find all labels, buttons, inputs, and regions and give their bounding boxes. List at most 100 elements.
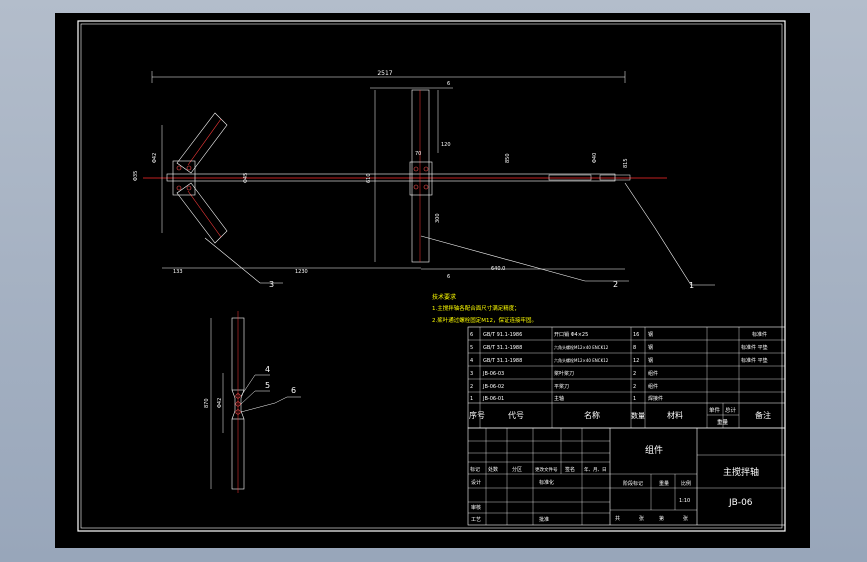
tb-standardize: 标准化 — [539, 479, 554, 486]
bom-qty-1: 1 — [633, 396, 636, 402]
main-shaft-view: 2517 6 Φ42 Φ35 Φ45 133 1230 640.0 6 610 … — [133, 70, 715, 290]
dim-120: 120 — [441, 142, 451, 148]
bolt-hole-7 — [413, 184, 419, 190]
dim-side-2: Φ42 — [217, 398, 223, 408]
leader-1-line — [624, 182, 715, 286]
bom-code-3: JB-06-03 — [482, 371, 504, 377]
bom-seq-2: 2 — [470, 384, 473, 390]
leader-5-line — [240, 390, 270, 405]
tb-sheets: 共 — [615, 515, 620, 522]
leader-6-line — [240, 396, 301, 413]
bom-h-total: 总计 — [725, 406, 737, 414]
bom-name-5: 六角头螺栓M12×40 ENCK12 — [554, 344, 609, 350]
shaft-body — [166, 173, 616, 182]
bom-code-5: GB/T 31.1-1988 — [483, 345, 522, 351]
tb-process: 工艺 — [471, 517, 481, 523]
drawing-viewport[interactable]: 2517 6 Φ42 Φ35 Φ45 133 1230 640.0 6 610 … — [55, 13, 810, 548]
leader-6: 6 — [291, 386, 296, 395]
leader-3-line — [204, 237, 283, 284]
tb-assembly: 组件 — [645, 444, 663, 456]
bom-name-4: 六角头螺栓M12×40 ENCK12 — [554, 357, 609, 363]
side-hub-left — [231, 389, 236, 420]
bom-note-4: 标准件 平垫 — [741, 357, 768, 364]
bom-seq-1: 1 — [470, 396, 473, 402]
dim-overall: 2517 — [377, 70, 392, 77]
bom-seq-3: 3 — [470, 371, 473, 377]
dim-6a: 6 — [447, 81, 450, 87]
leader-1: 1 — [689, 281, 694, 290]
bom-h-note: 备注 — [755, 410, 771, 420]
dim-1230: 1230 — [295, 269, 308, 275]
tb-title: 主搅拌轴 — [723, 466, 759, 478]
leader-4: 4 — [265, 365, 270, 374]
bom-mat-6: 钢 — [648, 331, 653, 338]
tb-weight: 重量 — [659, 480, 669, 487]
bom-qty-6: 16 — [633, 332, 639, 338]
dim-v-610: 610 — [366, 173, 372, 183]
v-blade-lower — [176, 182, 228, 244]
bom-seq-5: 5 — [470, 345, 473, 351]
drawing-canvas[interactable]: 2517 6 Φ42 Φ35 Φ45 133 1230 640.0 6 610 … — [55, 13, 810, 548]
tb-sheet-no: 第 — [659, 515, 664, 522]
leader-5: 5 — [265, 381, 270, 390]
shaft-step — [548, 174, 592, 181]
bom-h-single: 单件 — [709, 406, 721, 414]
bom-qty-2: 2 — [633, 384, 636, 390]
dim-v-850: 850 — [505, 153, 511, 163]
leader-3: 3 — [269, 280, 274, 289]
bom-mat-1: 焊接件 — [648, 395, 663, 402]
bom-seq-4: 4 — [470, 358, 473, 364]
tb-drawing-no: JB-06 — [728, 498, 753, 508]
tb-design: 设计 — [471, 479, 481, 486]
bom-code-2: JB-06-02 — [482, 384, 504, 390]
bom-table: 6 GB/T 91.1-1986 开口销 Φ4×25 16 钢 标准件 5 GB… — [467, 326, 786, 429]
bolt-hole-1 — [176, 165, 182, 171]
dim-v-3: Φ45 — [243, 173, 249, 183]
bom-mat-2: 组件 — [648, 383, 658, 390]
dim-640: 640.0 — [491, 266, 505, 272]
leader-2-line — [420, 235, 629, 282]
bom-qty-3: 2 — [633, 371, 636, 377]
dim-v-815: 815 — [623, 158, 629, 168]
bom-code-6: GB/T 91.1-1986 — [483, 332, 522, 338]
bom-qty-5: 8 — [633, 345, 636, 351]
tb-scale-val: 1:10 — [679, 498, 690, 504]
dim-v-4: Φ40 — [592, 153, 598, 163]
dim-v-2: Φ35 — [133, 171, 139, 181]
cad-application: 2517 6 Φ42 Φ35 Φ45 133 1230 640.0 6 610 … — [0, 0, 867, 562]
notes-title: 技术要求 — [432, 293, 456, 301]
dim-133: 133 — [173, 269, 183, 275]
bom-h-code: 代号 — [508, 410, 524, 420]
bolt-hole-5 — [413, 166, 419, 172]
tb-label-mark: 标记 — [470, 466, 480, 473]
tb-approve: 批准 — [539, 516, 549, 523]
bom-seq-6: 6 — [470, 332, 473, 338]
tb-label-date: 年、月、日 — [584, 466, 607, 473]
tb-stage: 阶段标记 — [623, 480, 643, 487]
tb-label-sign: 签名 — [565, 466, 575, 473]
bom-h-seq: 序号 — [469, 410, 485, 420]
inner-border — [80, 23, 783, 529]
bolt-hole-2 — [186, 165, 192, 171]
bom-code-4: GB/T 31.1-1988 — [483, 358, 522, 364]
bom-name-6: 开口销 Φ4×25 — [554, 331, 588, 338]
bom-mat-4: 钢 — [648, 357, 653, 364]
bolt-hole-3 — [176, 185, 182, 191]
bom-h-mat: 材料 — [667, 410, 683, 420]
tb-review: 审核 — [471, 504, 481, 511]
notes-line1: 1.主搅拌轴各配合面尺寸满足精度； — [432, 304, 520, 312]
bom-name-1: 主轴 — [554, 395, 564, 402]
side-view: 870 Φ42 4 5 6 — [204, 311, 301, 493]
notes-line2: 2.桨叶通过螺栓固定M12，保证连接牢固。 — [432, 316, 537, 324]
bolt-hole-6 — [423, 166, 429, 172]
dim-side-1: 870 — [204, 398, 210, 408]
title-block: 标记 处数 分区 更改文件号 签名 年、月、日 设计 标准化 审核 工艺 批准 … — [467, 427, 786, 526]
bom-note-6: 标准件 — [752, 331, 767, 338]
side-hub-right — [240, 389, 245, 420]
v-blade-upper — [176, 112, 228, 174]
bom-h-weight: 重量 — [717, 418, 729, 426]
bolt-hole-8 — [423, 184, 429, 190]
tb-scale: 比例 — [681, 480, 691, 487]
tb-label-zone: 分区 — [512, 466, 522, 473]
bom-name-3: 桨叶桨刀 — [554, 370, 574, 377]
